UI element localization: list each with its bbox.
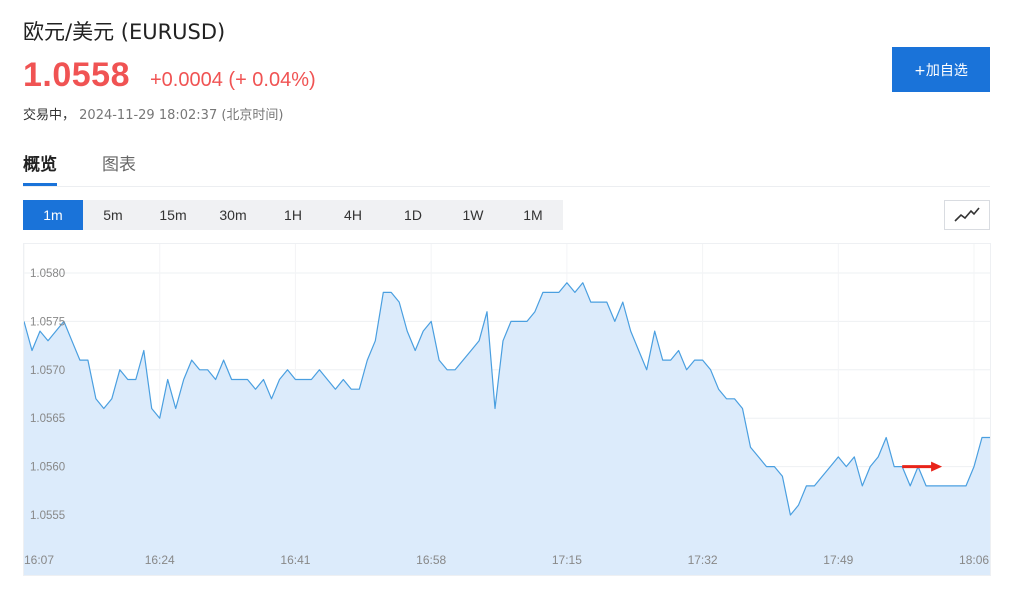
period-1w[interactable]: 1W [443, 200, 503, 230]
x-tick-label: 17:32 [688, 553, 718, 567]
annotation-arrow-head [931, 461, 943, 472]
price-chart-svg: 1.0555 1.0560 1.0565 1.0570 1.0575 1.0580 16:0… [24, 244, 990, 575]
period-selector: 1m 5m 15m 30m 1H 4H 1D 1W 1M [23, 200, 563, 230]
price-change: +0.0004 (+ 0.04%) [150, 69, 316, 91]
period-5m[interactable]: 5m [83, 200, 143, 230]
period-1mo[interactable]: 1M [503, 200, 563, 230]
tab-overview[interactable]: 概览 [23, 150, 57, 186]
y-tick-label: 1.0580 [30, 268, 65, 280]
period-15m[interactable]: 15m [143, 200, 203, 230]
y-tick-label: 1.0560 [30, 462, 65, 474]
chart-type-button[interactable] [944, 200, 990, 230]
period-1h[interactable]: 1H [263, 200, 323, 230]
period-4h[interactable]: 4H [323, 200, 383, 230]
tab-chart[interactable]: 图表 [102, 150, 136, 186]
trading-status: 交易中， 2024-11-29 18:02:37 (北京时间) [23, 104, 284, 123]
x-tick-label: 18:06 [959, 553, 989, 567]
x-tick-label: 16:07 [24, 553, 54, 567]
x-tick-label: 17:49 [823, 553, 853, 567]
y-tick-label: 1.0575 [30, 316, 65, 328]
quote-timestamp: 2024-11-29 18:02:37 (北京时间) [79, 108, 284, 123]
last-price: 1.0558 [23, 56, 130, 94]
instrument-title: 欧元/美元 (EURUSD) [23, 20, 226, 44]
period-1d[interactable]: 1D [383, 200, 443, 230]
status-text: 交易中， [23, 108, 76, 123]
add-watchlist-button[interactable]: +加自选 [892, 47, 990, 92]
period-30m[interactable]: 30m [203, 200, 263, 230]
x-tick-label: 16:24 [145, 553, 175, 567]
x-tick-label: 17:15 [552, 553, 582, 567]
y-tick-label: 1.0565 [30, 413, 65, 425]
period-1m[interactable]: 1m [23, 200, 83, 230]
price-row: 1.0558 +0.0004 (+ 0.04%) [23, 56, 316, 96]
line-chart-icon [954, 207, 980, 222]
price-chart[interactable]: 1.0555 1.0560 1.0565 1.0570 1.0575 1.0580 16:0… [23, 243, 991, 576]
price-area [24, 282, 990, 575]
y-tick-label: 1.0570 [30, 365, 65, 377]
x-tick-label: 16:58 [416, 553, 446, 567]
view-tabs: 概览 图表 [23, 150, 990, 187]
x-tick-label: 16:41 [280, 553, 310, 567]
y-tick-label: 1.0555 [30, 510, 65, 522]
